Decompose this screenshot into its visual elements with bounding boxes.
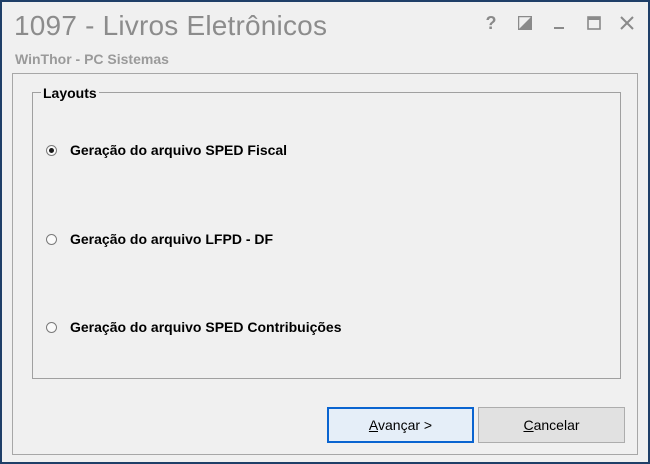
close-icon [620, 16, 634, 30]
minimize-icon [552, 16, 566, 30]
cancel-button-label: Cancelar [523, 417, 580, 433]
close-button[interactable] [615, 10, 639, 36]
option-sped-fiscal[interactable]: Geração do arquivo SPED Fiscal [46, 140, 287, 160]
option-label: Geração do arquivo SPED Contribuições [70, 319, 342, 335]
option-label: Geração do arquivo LFPD - DF [70, 231, 274, 247]
option-sped-contribuicoes[interactable]: Geração do arquivo SPED Contribuições [46, 317, 342, 337]
option-lfpd-df[interactable]: Geração do arquivo LFPD - DF [46, 229, 273, 249]
cancel-button[interactable]: Cancelar [478, 407, 625, 443]
window-title: 1097 - Livros Eletrônicos [14, 10, 328, 41]
window-subtitle: WinThor - PC Sistemas [15, 51, 169, 67]
title-bar[interactable]: 1097 - Livros Eletrônicos WinThor - PC S… [2, 2, 648, 73]
help-button[interactable]: ? [479, 10, 503, 36]
maximize-icon [587, 16, 601, 30]
layouts-group-title: Layouts [41, 85, 99, 101]
radio-sped-contribuicoes[interactable] [46, 321, 57, 333]
dialog-body: Layouts Geração do arquivo SPED Fiscal G… [12, 73, 638, 455]
radio-lfpd-df[interactable] [46, 233, 57, 245]
next-button-label: Avançar > [368, 417, 433, 433]
skin-button[interactable] [513, 10, 537, 36]
next-button[interactable]: Avançar > [327, 407, 474, 443]
layouts-groupbox: Layouts Geração do arquivo SPED Fiscal G… [32, 85, 621, 379]
option-label: Geração do arquivo SPED Fiscal [70, 142, 288, 158]
minimize-button[interactable] [547, 10, 571, 36]
radio-sped-fiscal[interactable] [46, 144, 57, 156]
contrast-icon [518, 16, 532, 30]
maximize-button[interactable] [582, 10, 606, 36]
dialog-window: 1097 - Livros Eletrônicos WinThor - PC S… [0, 0, 650, 464]
help-icon: ? [485, 12, 497, 33]
